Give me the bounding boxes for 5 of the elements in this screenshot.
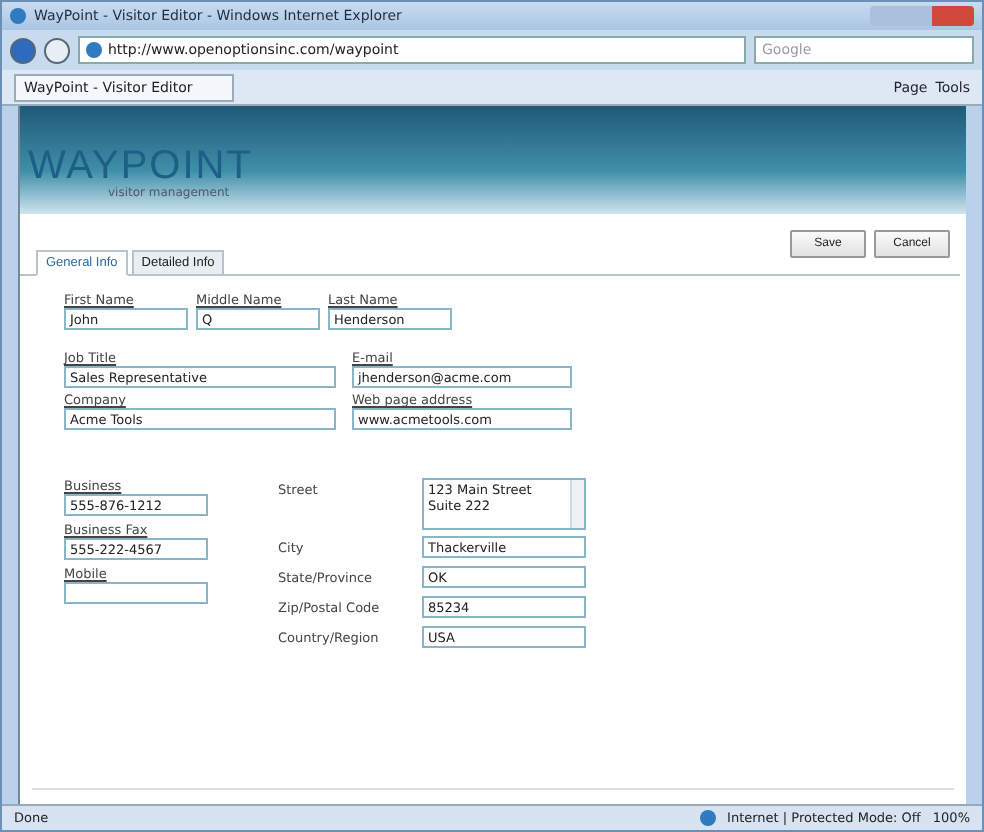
input-field[interactable] [64, 582, 208, 604]
window-controls[interactable] [870, 6, 974, 26]
logo: WAYPOINT [28, 146, 255, 186]
back-button[interactable] [10, 37, 36, 63]
forward-button[interactable] [44, 37, 70, 63]
